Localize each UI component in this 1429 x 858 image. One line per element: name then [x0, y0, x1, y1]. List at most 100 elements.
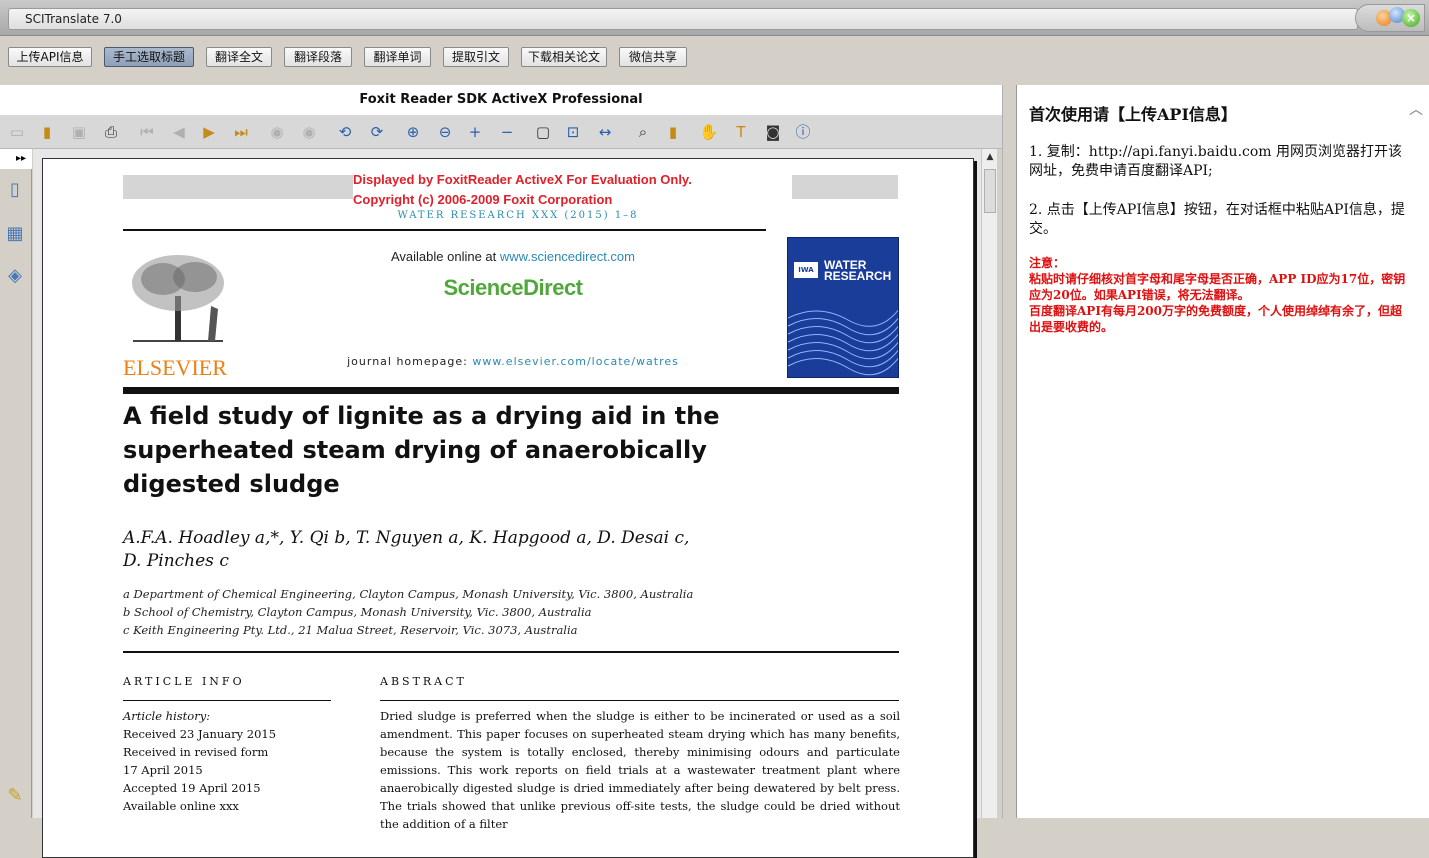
- abstract-text: Dried sludge is preferred when the sludg…: [380, 709, 900, 831]
- splitter[interactable]: [1002, 85, 1016, 818]
- note-title: 注意：: [1029, 256, 1066, 270]
- history-line: Available online xxx: [123, 799, 239, 813]
- fit-width-icon[interactable]: ↔: [594, 122, 616, 142]
- layers-panel-icon[interactable]: ◈: [4, 265, 26, 289]
- affiliation: b School of Chemistry, Clayton Campus, M…: [123, 605, 592, 619]
- main-toolbar: 上传API信息 手工选取标题 翻译全文 翻译段落 翻译单词 提取引文 下载相关论…: [0, 37, 1429, 85]
- back-icon[interactable]: ◉: [266, 122, 288, 142]
- plus-icon[interactable]: +: [464, 122, 486, 142]
- cover-title-line: RESEARCH: [824, 269, 892, 283]
- rule: [123, 651, 899, 653]
- rule: [123, 700, 331, 701]
- vertical-scrollbar[interactable]: ▲: [981, 149, 997, 818]
- bookmark-icon[interactable]: ▮: [662, 122, 684, 142]
- scroll-thumb[interactable]: [984, 169, 996, 213]
- previous-page-icon[interactable]: ◀: [168, 122, 190, 142]
- abstract-heading: ABSTRACT: [380, 675, 467, 688]
- history-line: Accepted 19 April 2015: [123, 781, 261, 795]
- hand-tool-icon[interactable]: ✋: [698, 122, 720, 142]
- rotate-left-icon[interactable]: ⟲: [334, 122, 356, 142]
- header-placeholder: [123, 175, 353, 199]
- translation-panel: 首次使用请【上传API信息】 ︿ 1. 复制：http://api.fanyi.…: [1016, 85, 1429, 818]
- zoom-in-icon[interactable]: ⊕: [402, 122, 424, 142]
- authors-line: A.F.A. Hoadley a,*, Y. Qi b, T. Nguyen a…: [123, 528, 690, 548]
- actual-size-icon[interactable]: ▢: [532, 122, 554, 142]
- attachments-panel-icon[interactable]: ✎: [4, 785, 26, 809]
- open-file-icon[interactable]: ▮: [36, 122, 58, 142]
- history-line: Received 23 January 2015: [123, 727, 277, 741]
- pdf-viewer: Foxit Reader SDK ActiveX Professional ▭ …: [0, 85, 1002, 858]
- available-online: Available online at www.sciencedirect.co…: [343, 249, 683, 264]
- viewer-toolbar: ▭ ▮ ▣ ⎙ ⏮ ◀ ▶ ⏭ ◉ ◉ ⟲ ⟳ ⊕ ⊖ + − ▢ ⊡ ↔ ⌕ …: [0, 115, 1002, 149]
- iwa-logo: IWA: [794, 262, 818, 278]
- first-page-icon[interactable]: ⏮: [136, 122, 158, 142]
- snapshot-icon[interactable]: ◙: [762, 122, 784, 142]
- wechat-share-button[interactable]: 微信共享: [619, 47, 687, 67]
- expand-panel-icon[interactable]: ▸▸: [0, 149, 32, 169]
- find-icon[interactable]: ⌕: [632, 122, 654, 142]
- window-controls: ×: [1355, 4, 1425, 32]
- scroll-up-arrow[interactable]: ▲: [982, 149, 998, 165]
- last-page-icon[interactable]: ⏭: [230, 122, 252, 142]
- title-line: digested sludge: [123, 470, 340, 498]
- sciencedirect-link[interactable]: www.sciencedirect.com: [500, 249, 635, 264]
- forward-icon[interactable]: ◉: [298, 122, 320, 142]
- history-label: Article history:: [123, 709, 211, 723]
- homepage-link[interactable]: www.elsevier.com/locate/watres: [472, 355, 679, 368]
- eval-line: Copyright (c) 2006-2009 Foxit Corporatio…: [353, 192, 613, 207]
- next-page-icon[interactable]: ▶: [198, 122, 220, 142]
- paper-title: A field study of lignite as a drying aid…: [123, 399, 743, 501]
- authors: A.F.A. Hoadley a,*, Y. Qi b, T. Nguyen a…: [123, 527, 723, 573]
- translate-paragraph-button[interactable]: 翻译段落: [284, 47, 352, 67]
- close-button[interactable]: ×: [1402, 9, 1420, 27]
- affiliations: a Department of Chemical Engineering, Cl…: [123, 585, 743, 639]
- journal-cover-image: IWA WATER RESEARCH: [787, 237, 899, 378]
- elsevier-tree-logo: [123, 251, 239, 355]
- bookmarks-panel-icon[interactable]: ▯: [4, 179, 26, 203]
- translate-all-button[interactable]: 翻译全文: [206, 47, 272, 67]
- zoom-out-icon[interactable]: ⊖: [434, 122, 456, 142]
- save-icon[interactable]: ▣: [68, 122, 90, 142]
- fit-page-icon[interactable]: ⊡: [562, 122, 584, 142]
- download-related-button[interactable]: 下载相关论文: [521, 47, 607, 67]
- cover-waves-graphic: [788, 309, 898, 376]
- note-item: 百度翻译API有每月200万字的免费额度，个人使用绰绰有余了，但超出是要收费的。: [1029, 304, 1402, 334]
- note-item: 粘贴时请仔细核对首字母和尾字母是否正确，APP ID应为17位，密钥应为20位。…: [1029, 272, 1406, 302]
- journal-homepage: journal homepage: www.elsevier.com/locat…: [303, 355, 723, 368]
- publisher-logo: ELSEVIER: [123, 355, 227, 380]
- text-select-icon[interactable]: T: [730, 122, 752, 142]
- rotate-right-icon[interactable]: ⟳: [366, 122, 388, 142]
- evaluation-watermark: Displayed by FoxitReader ActiveX For Eva…: [353, 170, 773, 210]
- manual-title-button[interactable]: 手工选取标题: [104, 47, 194, 67]
- collapse-icon[interactable]: ︿: [1409, 99, 1423, 119]
- warning-notes: 注意： 粘贴时请仔细核对首字母和尾字母是否正确，APP ID应为17位，密钥应为…: [1029, 255, 1409, 335]
- thick-rule: [123, 387, 899, 394]
- print-icon[interactable]: ⎙: [100, 122, 122, 142]
- window-title: SCITranslate 7.0: [8, 8, 1358, 30]
- rule: [123, 229, 766, 231]
- cover-title: WATER RESEARCH: [824, 259, 892, 283]
- affiliation: a Department of Chemical Engineering, Cl…: [123, 587, 694, 601]
- affiliation: c Keith Engineering Pty. Ltd., 21 Malua …: [123, 623, 578, 637]
- translate-word-button[interactable]: 翻译单词: [364, 47, 431, 67]
- title-bar: SCITranslate 7.0 ×: [0, 0, 1429, 36]
- rule: [380, 700, 899, 701]
- article-info-heading: ARTICLE INFO: [123, 675, 245, 688]
- upload-api-button[interactable]: 上传API信息: [8, 47, 92, 67]
- thumbnails-panel-icon[interactable]: ▦: [4, 223, 26, 247]
- title-line: A field study of lignite as a drying aid…: [123, 402, 720, 430]
- instruction-step-1: 1. 复制：http://api.fanyi.baidu.com 用网页浏览器打…: [1029, 144, 1403, 179]
- journal-citation: WATER RESEARCH XXX (2015) 1–8: [397, 210, 639, 221]
- instruction-step-2: 2. 点击【上传API信息】按钮，在对话框中粘贴API信息，提交。: [1029, 202, 1405, 237]
- extract-citation-button[interactable]: 提取引文: [443, 47, 509, 67]
- document-area[interactable]: Displayed by FoxitReader ActiveX For Eva…: [33, 149, 981, 858]
- pdf-page: Displayed by FoxitReader ActiveX For Eva…: [42, 158, 974, 858]
- header-placeholder: [792, 175, 898, 199]
- title-line: superheated steam drying of anaerobicall…: [123, 436, 707, 464]
- side-panel-rail: ▸▸ ▯ ▦ ◈ ✎: [0, 149, 32, 818]
- about-icon[interactable]: ⓘ: [792, 122, 814, 142]
- open-folder-icon[interactable]: ▭: [6, 122, 28, 142]
- minus-icon[interactable]: −: [496, 122, 518, 142]
- available-label: Available online at: [390, 249, 500, 264]
- panel-heading: 首次使用请【上传API信息】: [1029, 105, 1237, 124]
